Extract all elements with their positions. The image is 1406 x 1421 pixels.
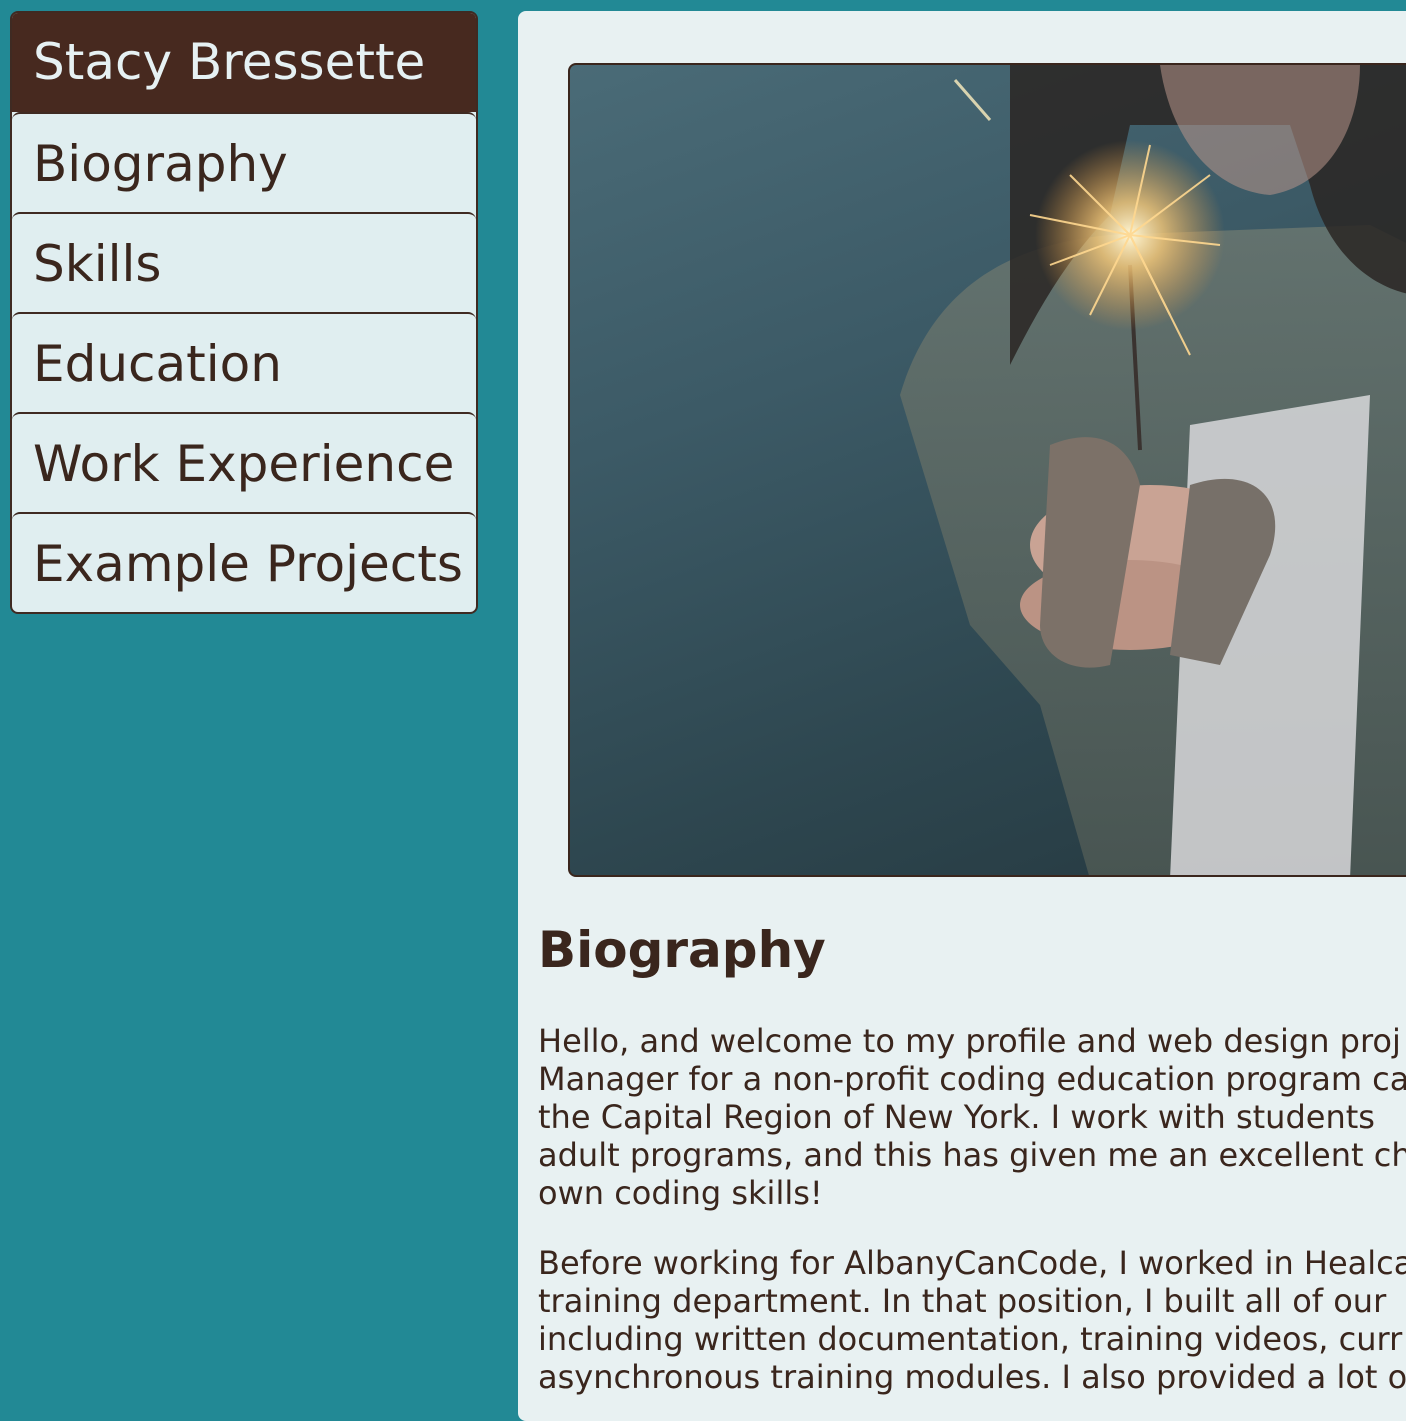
- sidebar-nav: Stacy Bressette Biography Skills Educati…: [10, 11, 478, 614]
- nav-item-biography[interactable]: Biography: [12, 112, 476, 212]
- biography-paragraph-1: Hello, and welcome to my profile and web…: [538, 1022, 1406, 1212]
- section-heading: Biography: [538, 921, 826, 979]
- nav-item-education[interactable]: Education: [12, 312, 476, 412]
- text-line: training department. In that position, I…: [538, 1282, 1387, 1320]
- main-content: Biography Hello, and welcome to my profi…: [518, 11, 1406, 1421]
- text-line: the Capital Region of New York. I work w…: [538, 1098, 1375, 1136]
- text-line: own coding skills!: [538, 1174, 823, 1212]
- biography-paragraph-2: Before working for AlbanyCanCode, I work…: [538, 1244, 1406, 1396]
- nav-item-work-experience[interactable]: Work Experience: [12, 412, 476, 512]
- text-line: Manager for a non-profit coding educatio…: [538, 1060, 1406, 1098]
- text-line: Hello, and welcome to my profile and web…: [538, 1022, 1401, 1060]
- sparkler-photo: [900, 65, 1406, 875]
- text-line: including written documentation, trainin…: [538, 1320, 1403, 1358]
- site-title[interactable]: Stacy Bressette: [12, 13, 476, 112]
- text-line: asynchronous training modules. I also pr…: [538, 1358, 1406, 1396]
- text-line: adult programs, and this has given me an…: [538, 1136, 1406, 1174]
- hero-image: [568, 63, 1406, 877]
- nav-item-example-projects[interactable]: Example Projects: [12, 512, 476, 612]
- text-line: Before working for AlbanyCanCode, I work…: [538, 1244, 1406, 1282]
- nav-item-skills[interactable]: Skills: [12, 212, 476, 312]
